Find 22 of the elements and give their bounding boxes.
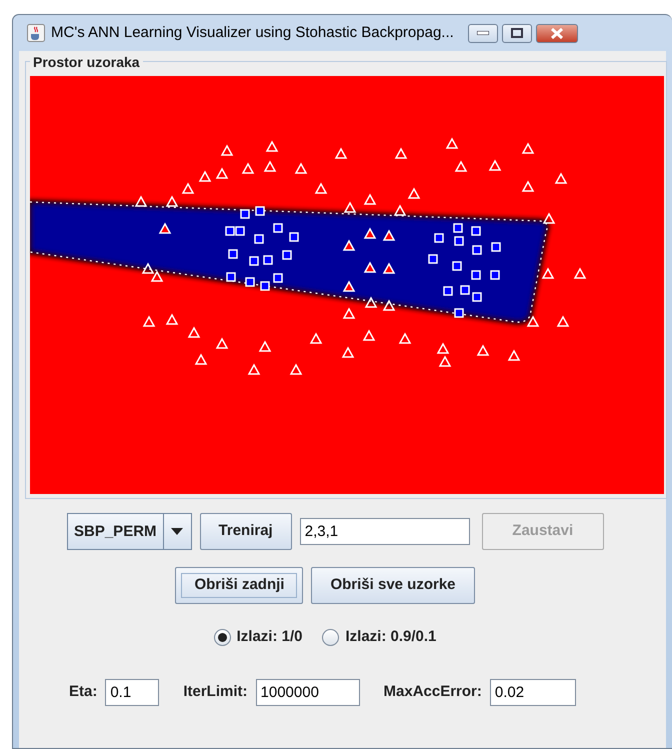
train-button[interactable]: Treniraj — [200, 513, 292, 550]
parameter-field[interactable]: 0.1 — [105, 678, 160, 706]
caret-icon — [171, 528, 184, 535]
minimize-button[interactable] — [468, 24, 498, 42]
output-radio[interactable]: Izlazi: 1/0 — [214, 626, 302, 648]
layers-field[interactable]: 2,3,1 — [300, 518, 470, 545]
delete-last-button[interactable]: Obriši zadnji — [175, 567, 304, 604]
coffee-cup-icon — [27, 24, 45, 42]
parameter-label: IterLimit: — [183, 682, 248, 702]
close-icon — [550, 28, 563, 38]
parameter-field[interactable]: 0.02 — [490, 678, 576, 706]
parameter-field[interactable]: 1000000 — [256, 678, 360, 706]
delete-all-button[interactable]: Obriši sve uzorke — [311, 567, 475, 604]
algorithm-dropdown[interactable]: SBP_PERM — [67, 513, 192, 550]
window-title: MC's ANN Learning Visualizer using Stohastic Backpropag... — [51, 22, 454, 43]
close-button[interactable] — [536, 24, 578, 42]
maximize-button[interactable] — [502, 24, 532, 42]
output-radio[interactable]: Izlazi: 0.9/0.1 — [322, 626, 436, 648]
parameter-label: MaxAccError: — [384, 682, 482, 702]
parameter-label: Eta: — [69, 682, 98, 702]
minimize-icon — [476, 31, 489, 35]
maximize-icon — [510, 28, 523, 38]
